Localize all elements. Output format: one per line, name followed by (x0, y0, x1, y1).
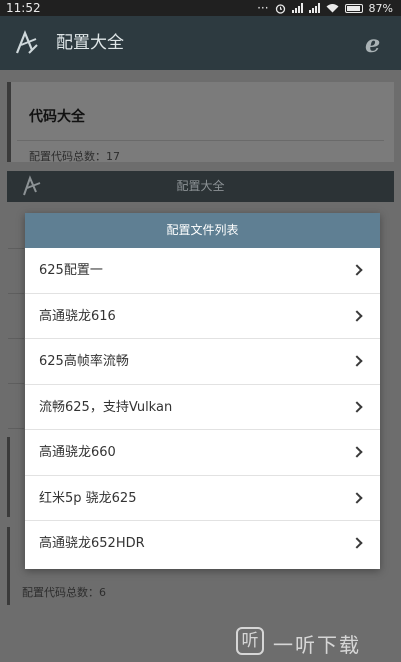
config-item-label: 高通骁龙660 (39, 445, 116, 460)
chevron-right-icon (351, 446, 363, 458)
config-item[interactable]: 红米5p 骁龙625 (25, 476, 380, 521)
chevron-right-icon (351, 537, 363, 549)
watermark-logo: 听 (236, 627, 264, 655)
app-logo-icon[interactable] (14, 30, 40, 56)
watermark: 听 一听下载 (231, 622, 401, 662)
config-item[interactable]: 高通骁龙652HDR (25, 521, 380, 567)
config-section-bar: 配置大全 (7, 171, 394, 202)
battery-icon (344, 3, 363, 13)
chevron-right-icon (351, 309, 363, 322)
section-title: 配置大全 (176, 179, 225, 193)
signal-icon-2 (308, 3, 320, 13)
browser-icon[interactable]: e (365, 29, 391, 58)
card-accent (7, 437, 10, 517)
divider (8, 383, 24, 384)
config-file-dialog: 配置文件列表 625配置一 高通骁龙616 625高帧率流畅 流畅625，支持V… (25, 213, 380, 569)
dialog-title: 配置文件列表 (25, 213, 380, 248)
code-summary-card: 代码大全 配置代码总数：17 (7, 82, 394, 163)
divider (8, 248, 24, 249)
card-title: 代码大全 (29, 109, 85, 125)
battery-level: 87% (368, 1, 393, 15)
config-item[interactable]: 流畅625，支持Vulkan (25, 385, 380, 430)
config-item-label: 625高帧率流畅 (39, 354, 129, 369)
config-item[interactable]: 625配置一 (25, 248, 380, 294)
status-icons: ··· 87% (257, 0, 393, 16)
divider (8, 293, 24, 294)
config-item[interactable]: 625高帧率流畅 (25, 339, 380, 385)
card-divider (17, 140, 384, 141)
config-item[interactable]: 高通骁龙660 (25, 430, 380, 476)
divider (8, 428, 24, 429)
chevron-right-icon (351, 264, 363, 276)
app-bar: 配置大全 e (0, 16, 401, 70)
watermark-text: 一听下载 (273, 633, 361, 657)
card-accent (7, 82, 11, 162)
signal-icon (291, 3, 303, 13)
chevron-right-icon (351, 491, 363, 504)
chevron-right-icon (351, 355, 363, 367)
config-item-label: 红米5p 骁龙625 (39, 490, 137, 506)
alarm-icon (275, 3, 285, 14)
config-file-list: 625配置一 高通骁龙616 625高帧率流畅 流畅625，支持Vulkan 高… (25, 248, 380, 567)
config-item[interactable]: 高通骁龙616 (25, 294, 380, 339)
config-item-label: 高通骁龙652HDR (39, 536, 145, 551)
config-item-label: 流畅625，支持Vulkan (39, 399, 173, 415)
card-accent (7, 527, 10, 605)
divider (8, 338, 24, 339)
config-item-label: 高通骁龙616 (39, 308, 116, 324)
app-title: 配置大全 (56, 33, 124, 53)
status-bar: 11:52 ··· 87% (0, 0, 401, 16)
more-dots: ··· (257, 1, 269, 15)
card-count: 配置代码总数：17 (29, 150, 120, 163)
status-time: 11:52 (6, 1, 41, 15)
card-count: 配置代码总数：6 (22, 586, 106, 599)
chevron-right-icon (351, 400, 363, 413)
config-item-label: 625配置一 (39, 263, 103, 278)
wifi-icon (326, 4, 339, 13)
